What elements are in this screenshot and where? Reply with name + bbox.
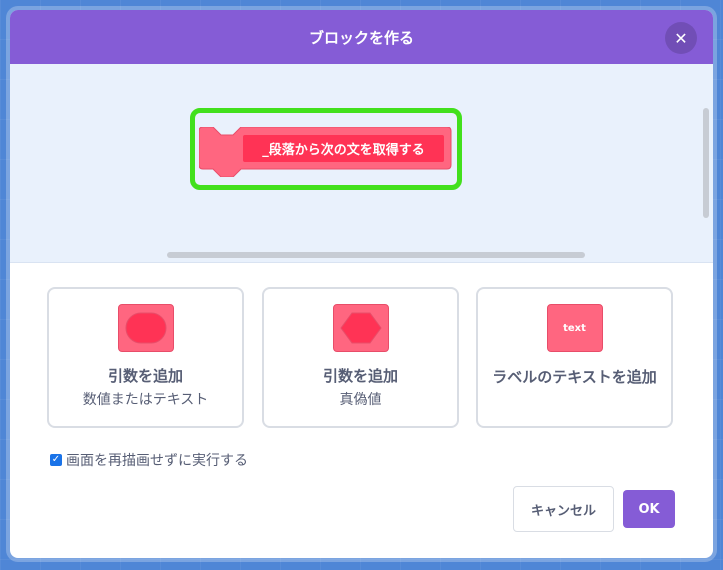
block-label-input[interactable]: _段落から次の文を取得する xyxy=(243,135,444,162)
text-icon-label: text xyxy=(563,322,586,334)
option-subtitle: 数値またはテキスト xyxy=(82,392,209,408)
vertical-scrollbar[interactable] xyxy=(703,108,709,218)
run-without-refresh-label: 画面を再描画せずに実行する xyxy=(66,453,248,469)
close-button[interactable]: ✕ xyxy=(665,22,697,54)
dialog-header: ブロックを作る ✕ xyxy=(10,10,713,64)
block-preview-workspace: _段落から次の文を取得する xyxy=(10,64,713,263)
add-input-boolean-button[interactable]: 引数を追加 真偽値 xyxy=(262,287,459,428)
make-block-dialog: ブロックを作る ✕ _段落から次の文を取得する 引数を追加 数値またはテキスト … xyxy=(10,10,713,558)
cancel-button[interactable]: キャンセル xyxy=(513,486,614,532)
round-input-icon xyxy=(117,304,174,352)
dialog-title: ブロックを作る xyxy=(308,28,414,47)
boolean-input-icon xyxy=(332,304,389,352)
run-without-refresh-row[interactable]: ✓ 画面を再描画せずに実行する xyxy=(50,450,248,470)
close-icon: ✕ xyxy=(674,28,688,48)
option-title: 引数を追加 xyxy=(107,367,183,385)
text-label-icon: text xyxy=(546,304,603,352)
add-input-number-text-button[interactable]: 引数を追加 数値またはテキスト xyxy=(47,287,244,428)
option-title: 引数を追加 xyxy=(322,367,398,385)
option-title: ラベルのテキストを追加 xyxy=(492,368,657,386)
run-without-refresh-checkbox[interactable]: ✓ xyxy=(50,454,62,466)
add-label-text-button[interactable]: text ラベルのテキストを追加 xyxy=(476,287,673,428)
option-subtitle: 真偽値 xyxy=(339,392,382,408)
ok-button[interactable]: OK xyxy=(623,490,675,528)
horizontal-scrollbar[interactable] xyxy=(167,252,585,258)
